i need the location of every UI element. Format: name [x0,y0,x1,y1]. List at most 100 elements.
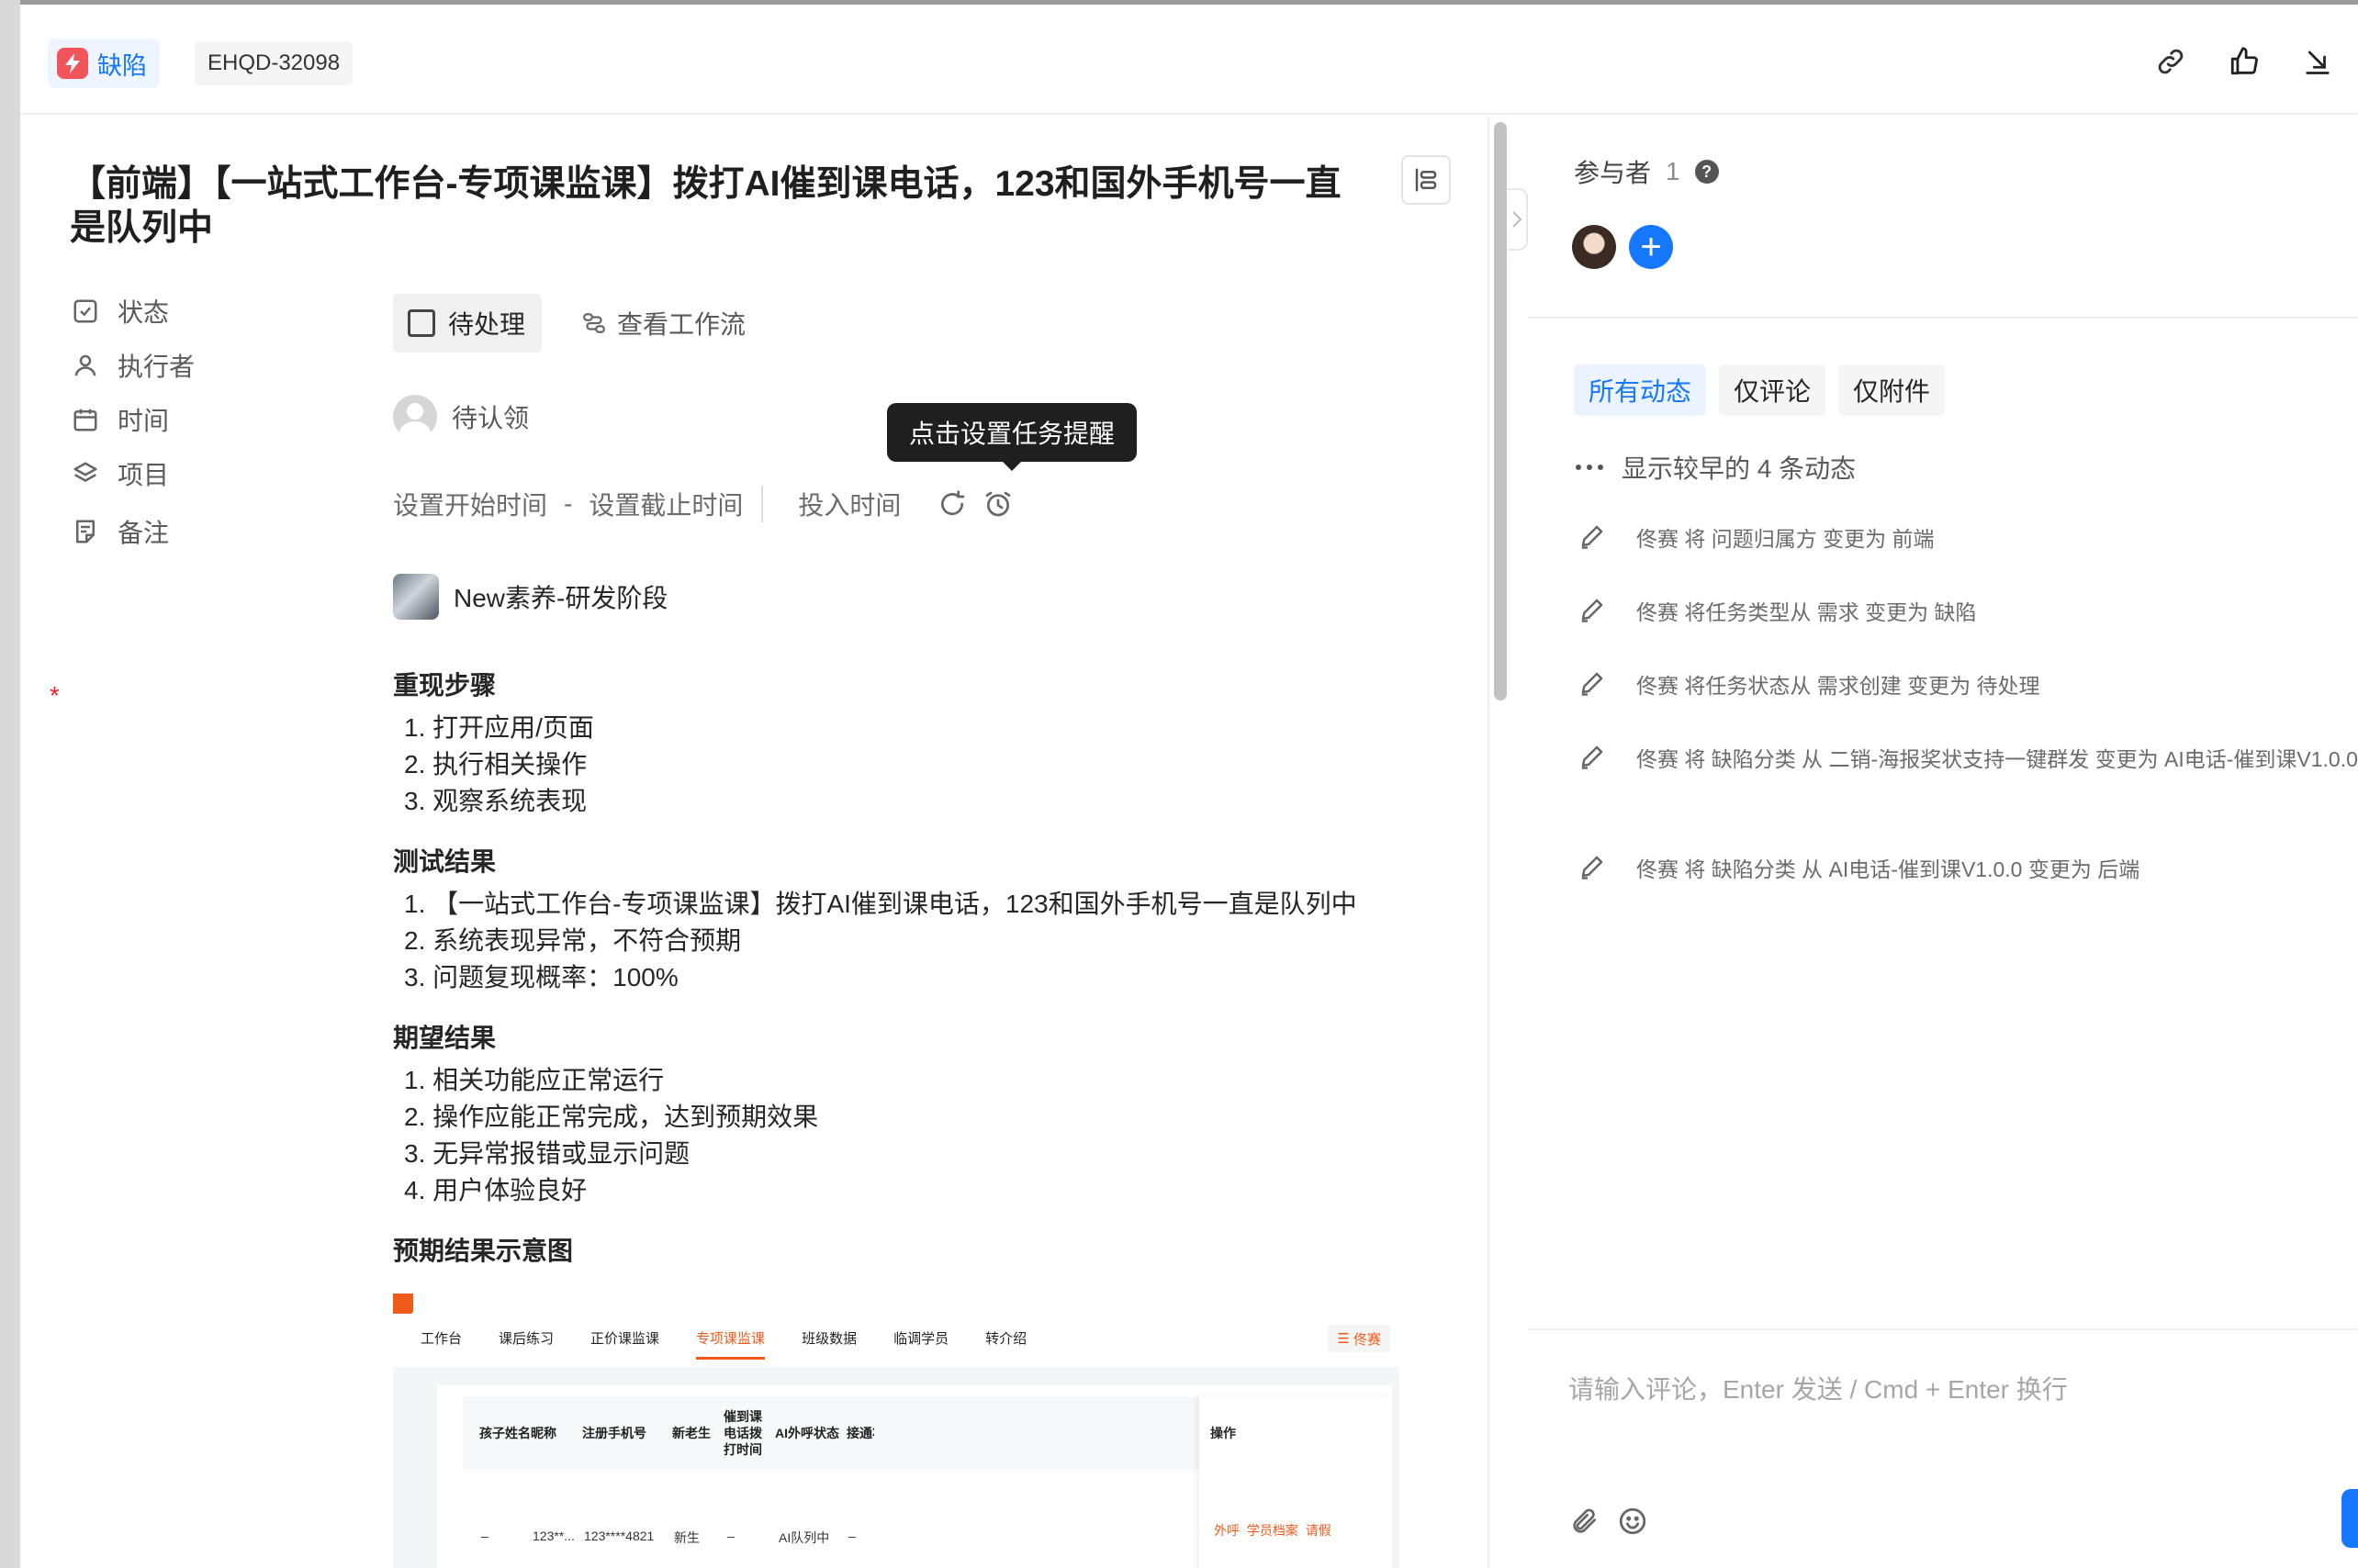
embedded-cell: – [848,1529,856,1543]
attachment-icon[interactable] [1566,1503,1603,1540]
assignee-selector[interactable]: 待认领 [393,392,529,442]
task-type-badge[interactable]: 缺陷 [48,39,160,88]
embedded-ops-header: 操作 [1210,1426,1236,1440]
project-value: New素养-研发阶段 [454,584,668,612]
embedded-tab: 班级数据 [802,1331,858,1347]
start-time-button[interactable]: 设置开始时间 [393,486,547,522]
test-title: 测试结果 [393,847,497,876]
test-results: 1. 【一站式工作台-专项课监课】拨打AI催到课电话，123和国外手机号一直是队… [393,886,1449,996]
activity-text: 佟赛 将 问题归属方 变更为 前端 [1636,527,1935,551]
list-item: 4. 用户体验良好 [404,1176,588,1204]
field-project: 项目 [72,446,169,501]
expect-results: 1. 相关功能应正常运行 2. 操作应能正常完成，达到预期效果 3. 无异常报错… [393,1062,1449,1209]
assignee-label: 执行者 [118,353,196,381]
emoji-icon[interactable] [1614,1503,1651,1540]
filter-attachments[interactable]: 仅附件 [1838,364,1946,416]
embedded-tab: 工作台 [421,1331,463,1347]
activity-item: 佟赛 将 缺陷分类 从 AI电话-催到课V1.0.0 变更为 后端 [1574,851,2358,888]
required-mark: * [50,681,60,710]
avatar-placeholder-icon [393,395,437,439]
bug-icon [57,48,88,79]
scrollbar[interactable] [1494,122,1507,700]
embedded-col: 接通状 [847,1426,874,1440]
list-item: 3. 无异常报错或显示问题 [404,1139,691,1168]
like-icon[interactable] [2224,41,2264,82]
embedded-cell: 123**... [533,1529,575,1543]
participants-label: 参与者 [1574,159,1652,187]
workflow-icon [583,313,605,333]
list-item: 3. 观察系统表现 [404,787,588,815]
embedded-cell: – [727,1529,735,1543]
invest-time-button[interactable]: 投入时间 [798,486,901,522]
repro-title: 重现步骤 [393,671,497,700]
activity-item: 佟赛 将 问题归属方 变更为 前端 [1574,521,2358,557]
task-id[interactable]: EHQD-32098 [195,41,354,85]
notes-content[interactable]: 重现步骤 1. 打开应用/页面 2. 执行相关操作 3. 观察系统表现 测试结果… [393,667,1449,1275]
embedded-col: 催到课电话拨打时间 [724,1409,762,1457]
list-item: 1. 相关功能应正常运行 [404,1066,665,1094]
checkbox-icon [73,299,97,323]
outline-toggle-button[interactable] [1401,155,1451,205]
panel-toggle-handle[interactable] [1508,188,1528,251]
filter-comments[interactable]: 仅评论 [1719,364,1826,416]
activity-sidebar: 参与者 1 ? + 所有动态 仅评论 仅附件 显示较早的 4 条动态 佟赛 将 … [1528,117,2358,1568]
status-value: 待处理 [448,310,526,339]
status-label: 状态 [118,298,170,327]
time-settings: 设置开始时间 - 设置截止时间 投入时间 [393,479,1013,529]
activity-text: 佟赛 将 缺陷分类 从 AI电话-催到课V1.0.0 变更为 后端 [1636,857,2140,881]
link-icon[interactable] [2150,41,2191,82]
notes-label: 备注 [118,519,170,547]
view-workflow-link[interactable]: 查看工作流 [582,300,746,346]
dialog-header: 缺陷 EHQD-32098 [20,5,2358,115]
assignee-value: 待认领 [452,404,530,432]
project-label: 项目 [118,461,170,489]
divider [761,486,764,522]
edit-icon [1574,667,1611,704]
embedded-col: AI外呼状态 [775,1426,839,1440]
embedded-cell: 123****4821 [584,1529,655,1543]
workflow-label: 查看工作流 [617,310,747,339]
end-time-button[interactable]: 设置截止时间 [589,486,743,522]
field-assignee: 执行者 [72,338,195,393]
show-earlier-button[interactable]: 显示较早的 4 条动态 [1574,449,1856,486]
participants-count: 1 [1666,157,1680,185]
embedded-tab: 课后练习 [499,1331,555,1347]
filter-all[interactable]: 所有动态 [1574,364,1707,416]
embedded-ops-links: 外呼 学员档案 请假 [1214,1523,1331,1538]
status-selector[interactable]: 待处理 [393,294,543,353]
activity-item: 佟赛 将 缺陷分类 从 二销-海报奖状支持一键群发 变更为 AI电话-催到课V1… [1574,741,2358,778]
embedded-cell: 新生 [674,1530,700,1545]
edit-icon [1574,741,1611,778]
repeat-icon[interactable] [938,489,967,519]
edit-icon [1574,851,1611,888]
activity-item: 佟赛 将任务类型从 需求 变更为 缺陷 [1574,594,2358,631]
status-checkbox-icon [408,309,435,337]
activity-text: 佟赛 将任务状态从 需求创建 变更为 待处理 [1636,674,2040,698]
project-selector[interactable]: New素养-研发阶段 [393,571,668,622]
expected-result-image[interactable]: 工作台 课后练习 正价课监课 专项课监课 班级数据 临调学员 转介绍 ☰ 佟赛 … [393,1294,1399,1568]
embedded-ops-column: 操作 外呼 学员档案 请假 [1199,1396,1392,1568]
send-button[interactable] [2341,1489,2358,1548]
activity-text: 佟赛 将 缺陷分类 从 二销-海报奖状支持一键群发 变更为 AI电话-催到课V1… [1636,747,2358,771]
expect-title: 期望结果 [393,1024,497,1052]
list-item: 2. 操作应能正常完成，达到预期效果 [404,1103,819,1131]
embedded-col: 孩子姓名 [479,1426,531,1440]
comment-input[interactable]: 请输入评论，Enter 发送 / Cmd + Enter 换行 [1568,1370,2068,1406]
embedded-tab-active: 专项课监课 [696,1319,766,1360]
help-icon[interactable]: ? [1694,160,1719,184]
calendar-icon [73,409,97,431]
participant-avatar[interactable] [1572,225,1616,269]
project-icon [73,462,97,482]
image-title: 预期结果示意图 [393,1237,574,1265]
add-participant-button[interactable]: + [1629,225,1673,269]
embedded-user: ☰ 佟赛 [1328,1325,1390,1352]
embedded-tab: 转介绍 [985,1331,1027,1347]
task-title[interactable]: 【前端】【一站式工作台-专项课监课】拨打AI催到课电话，123和国外手机号一直是… [70,162,1374,251]
collapse-icon[interactable] [2297,41,2338,82]
field-status: 状态 [72,284,169,339]
project-thumbnail [393,574,439,620]
time-dash: - [564,489,573,518]
more-icon [1576,465,1603,470]
alarm-icon[interactable] [983,489,1013,519]
field-time: 时间 [72,392,169,447]
